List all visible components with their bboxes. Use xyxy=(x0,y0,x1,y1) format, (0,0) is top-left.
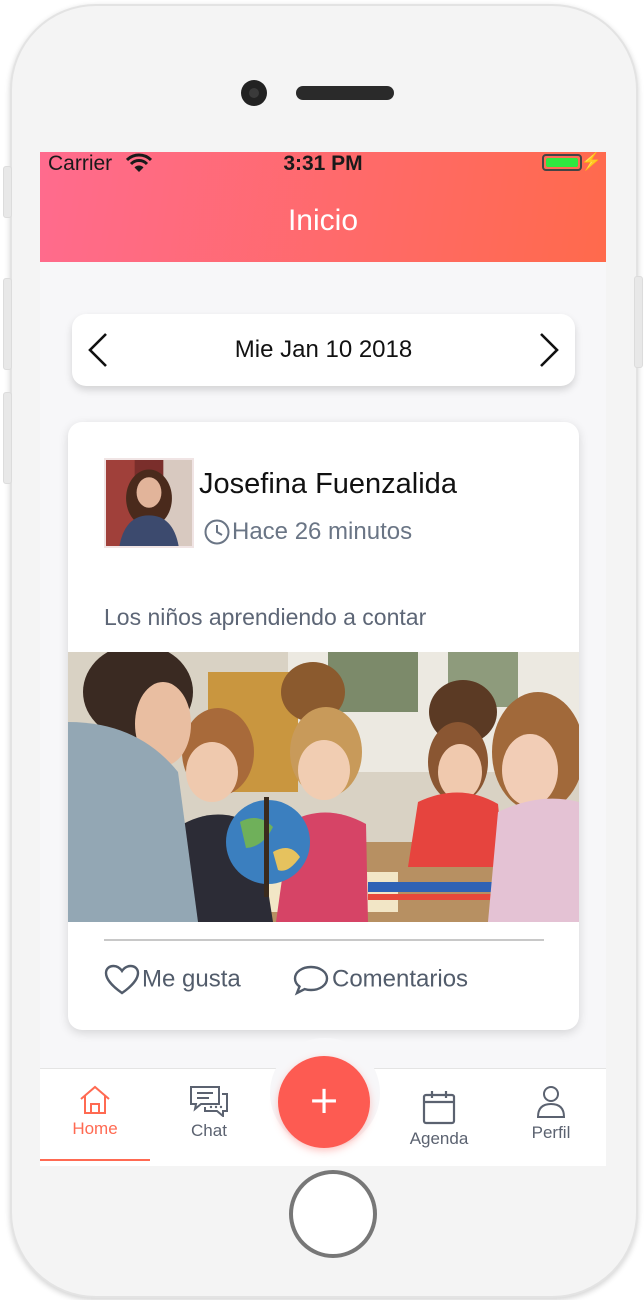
post-author[interactable]: Josefina Fuenzalida xyxy=(199,468,457,501)
earpiece-speaker xyxy=(296,86,394,100)
comments-button[interactable]: Comentarios xyxy=(292,964,468,996)
home-button[interactable] xyxy=(289,1170,377,1258)
tab-perfil-label: Perfil xyxy=(531,1123,571,1142)
page-title: Inicio xyxy=(287,204,359,237)
current-date[interactable]: Mie Jan 10 2018 xyxy=(72,336,575,364)
card-divider xyxy=(104,939,544,941)
tab-agenda-label: Agenda xyxy=(409,1129,469,1148)
tab-chat-label: Chat xyxy=(191,1121,227,1140)
status-time: 3:31 PM xyxy=(283,152,363,175)
post-photo[interactable] xyxy=(68,652,579,922)
post-card: Josefina Fuenzalida Hace 26 minutos Los … xyxy=(68,422,579,1030)
like-button[interactable]: Me gusta xyxy=(104,964,241,996)
comments-label: Comentarios xyxy=(332,965,469,993)
active-tab-indicator xyxy=(40,1159,150,1161)
avatar[interactable] xyxy=(104,458,194,548)
front-camera xyxy=(241,80,267,106)
mute-switch xyxy=(3,166,12,218)
status-bar: Carrier 3:31 PM ⚡ xyxy=(40,152,606,176)
person-icon xyxy=(536,1086,566,1118)
charging-icon: ⚡ xyxy=(580,152,602,171)
calendar-icon xyxy=(422,1091,456,1125)
clock-icon xyxy=(204,519,230,545)
heart-icon xyxy=(104,964,140,995)
tab-chat[interactable]: Chat xyxy=(154,1069,264,1166)
power-button xyxy=(634,276,643,368)
home-icon xyxy=(80,1085,110,1114)
app-screen: Carrier 3:31 PM ⚡ Inicio Mie Jan 10 2018 xyxy=(40,152,606,1166)
speech-bubble-icon xyxy=(293,965,329,996)
date-picker: Mie Jan 10 2018 xyxy=(72,314,575,386)
tab-home[interactable]: Home xyxy=(40,1069,150,1166)
battery-icon xyxy=(542,154,582,171)
post-caption: Los niños aprendiendo a contar xyxy=(104,604,427,630)
add-post-button[interactable]: + xyxy=(278,1056,370,1148)
chevron-right-icon[interactable] xyxy=(537,332,561,368)
chat-icon xyxy=(190,1086,228,1117)
time-ago-label: Hace 26 minutos xyxy=(232,518,413,545)
tab-home-label: Home xyxy=(72,1119,118,1138)
like-label: Me gusta xyxy=(142,965,241,993)
volume-down-button xyxy=(3,392,12,484)
tab-agenda[interactable]: Agenda xyxy=(384,1069,494,1166)
tab-perfil[interactable]: Perfil xyxy=(496,1069,606,1166)
volume-up-button xyxy=(3,278,12,370)
header: Carrier 3:31 PM ⚡ Inicio xyxy=(40,152,606,262)
